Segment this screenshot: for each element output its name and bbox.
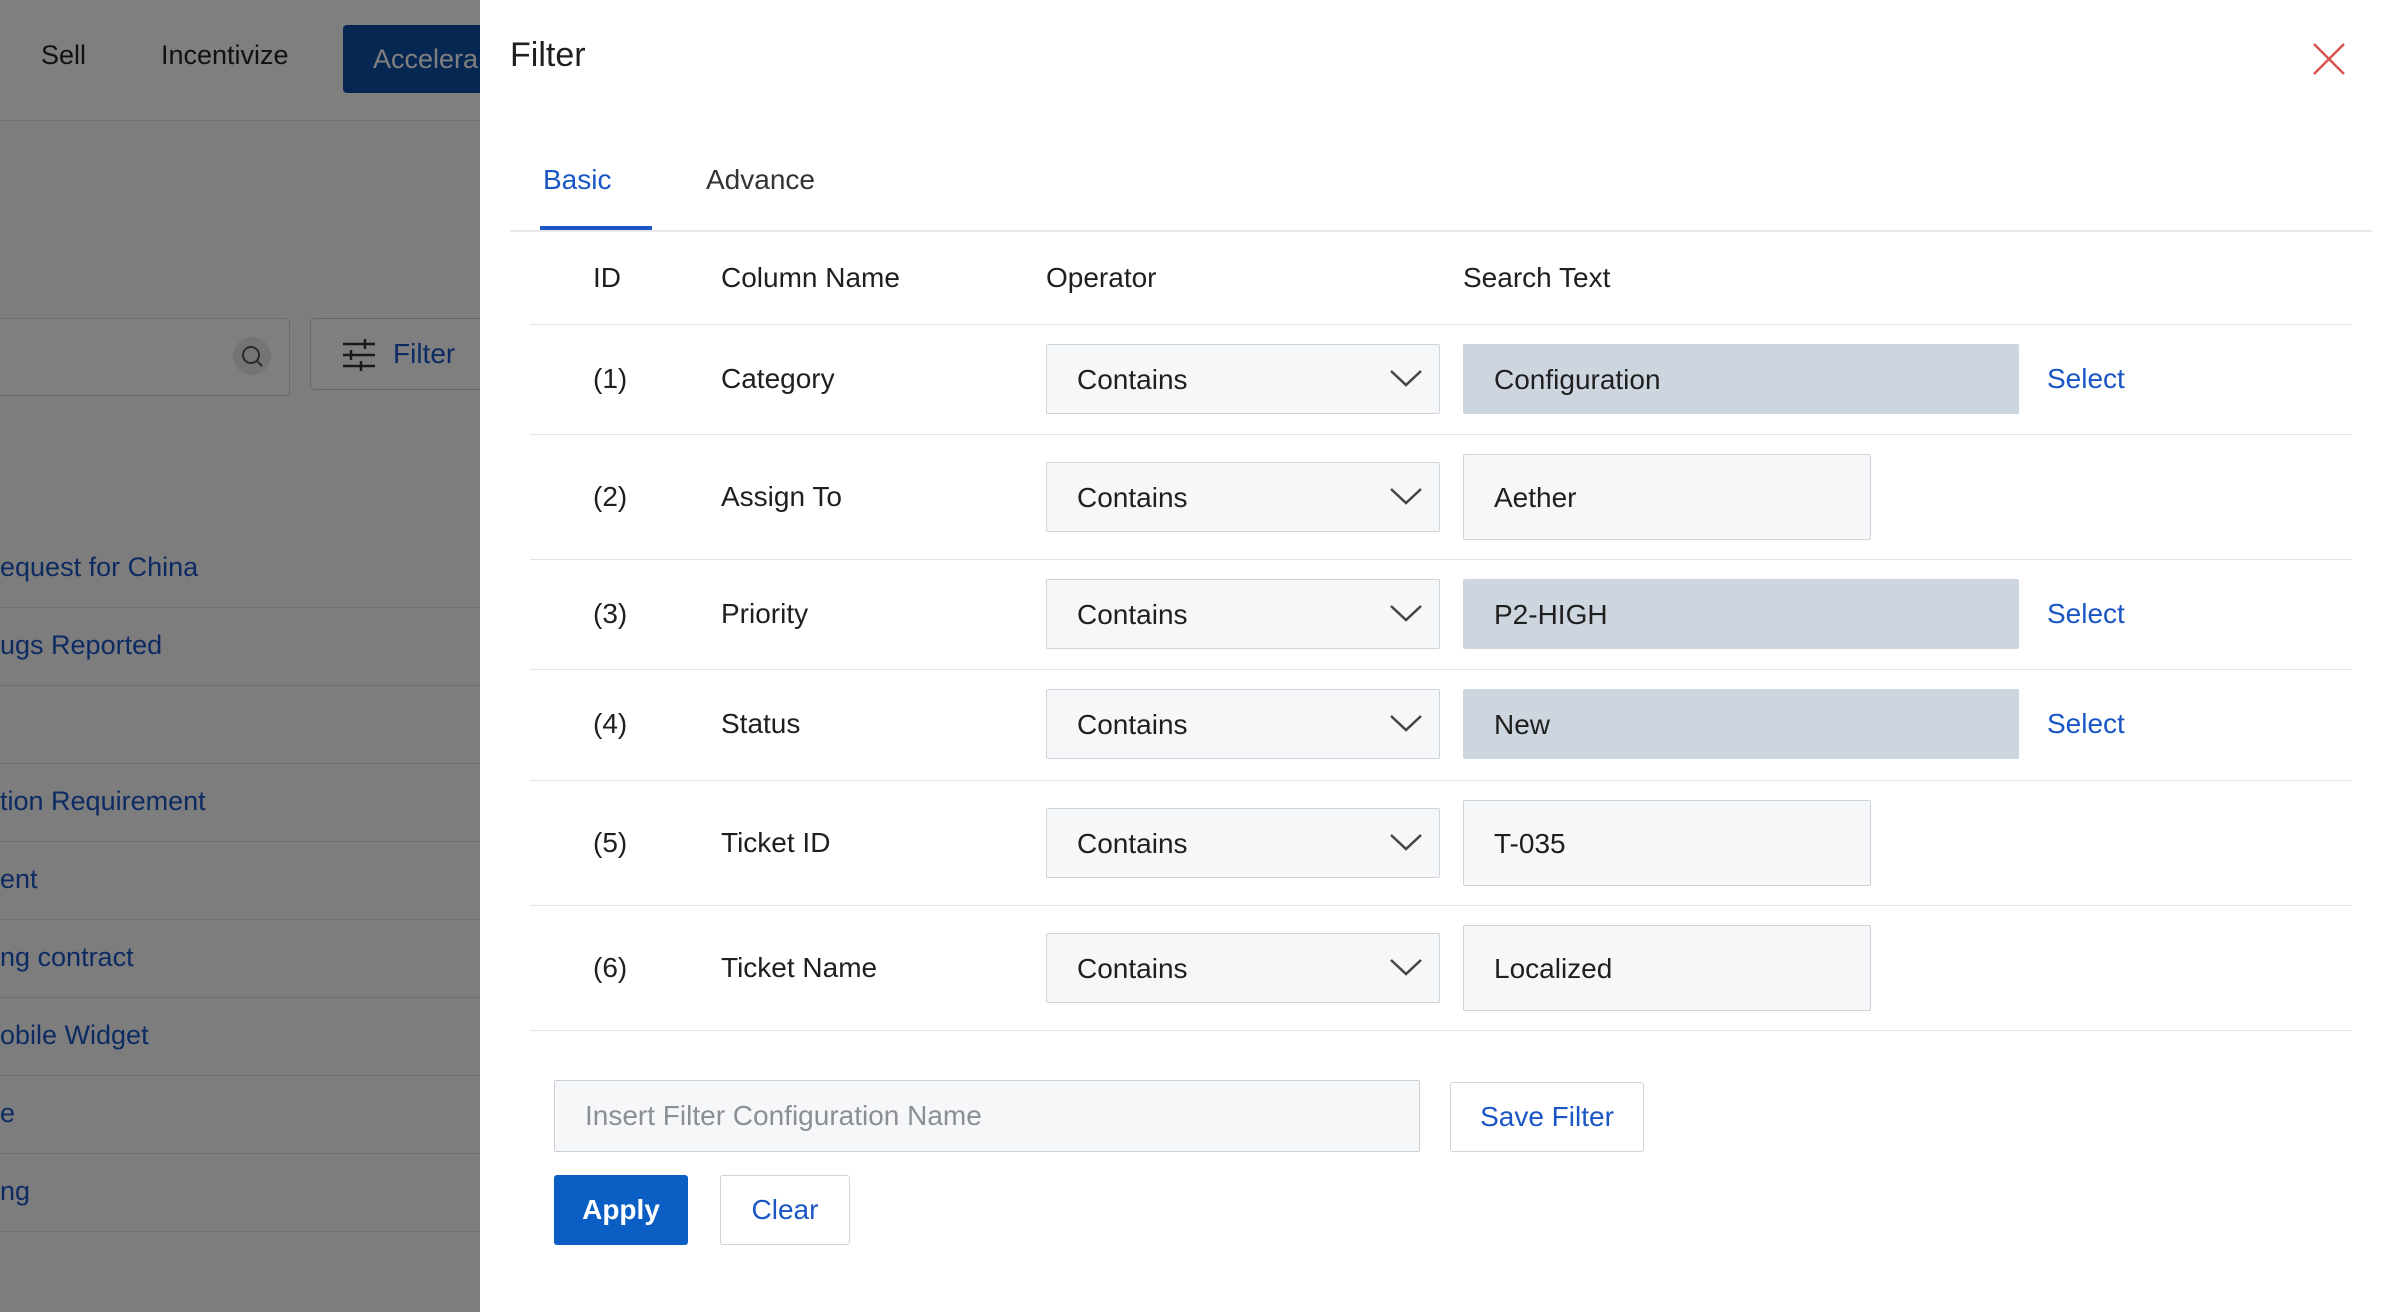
table-row: (1) Category Contains Configuration Sele… bbox=[530, 325, 2352, 435]
column-header-search-text: Search Text bbox=[1463, 262, 1611, 293]
search-text-value: T-035 bbox=[1494, 828, 1566, 859]
search-text-value: Aether bbox=[1494, 482, 1577, 513]
chevron-down-icon bbox=[1390, 605, 1422, 622]
active-tab-indicator bbox=[540, 226, 652, 230]
row-column-name: Category bbox=[721, 363, 835, 394]
search-text-field[interactable]: Localized bbox=[1463, 925, 1871, 1011]
chevron-down-icon bbox=[1390, 370, 1422, 387]
row-column-name: Priority bbox=[721, 598, 809, 629]
chevron-down-icon bbox=[1390, 959, 1422, 976]
chevron-down-icon bbox=[1390, 488, 1422, 505]
row-id: (6) bbox=[593, 952, 628, 983]
search-text-value: Configuration bbox=[1494, 364, 1661, 395]
filter-config-name-input[interactable] bbox=[554, 1080, 1420, 1152]
search-text-value: New bbox=[1494, 709, 1551, 740]
search-text-field[interactable]: P2-HIGH bbox=[1463, 579, 2019, 649]
row-column-name: Status bbox=[721, 708, 801, 739]
apply-button[interactable]: Apply bbox=[554, 1175, 688, 1245]
search-text-field[interactable]: T-035 bbox=[1463, 800, 1871, 886]
filter-table: ID Column Name Operator Search Text (1) … bbox=[530, 244, 2352, 1031]
operator-select[interactable]: Contains bbox=[1046, 462, 1440, 532]
close-icon[interactable] bbox=[2310, 40, 2348, 78]
row-column-name: Assign To bbox=[721, 481, 842, 512]
operator-value: Contains bbox=[1077, 828, 1188, 859]
select-link[interactable]: Select bbox=[2047, 708, 2125, 740]
table-row: (2) Assign To Contains Aether bbox=[530, 435, 2352, 560]
operator-select[interactable]: Contains bbox=[1046, 689, 1440, 759]
operator-select[interactable]: Contains bbox=[1046, 579, 1440, 649]
column-header-id: ID bbox=[593, 262, 621, 293]
row-id: (5) bbox=[593, 827, 628, 858]
operator-value: Contains bbox=[1077, 599, 1188, 630]
select-link[interactable]: Select bbox=[2047, 363, 2125, 395]
tab-basic[interactable]: Basic bbox=[543, 164, 611, 196]
filter-config-name-field[interactable] bbox=[555, 1081, 1419, 1151]
row-id: (2) bbox=[593, 481, 628, 512]
search-text-field[interactable]: New bbox=[1463, 689, 2019, 759]
select-link[interactable]: Select bbox=[2047, 598, 2125, 630]
operator-value: Contains bbox=[1077, 953, 1188, 984]
operator-value: Contains bbox=[1077, 482, 1188, 513]
search-text-value: Localized bbox=[1494, 953, 1613, 984]
row-column-name: Ticket ID bbox=[721, 827, 831, 858]
filter-drawer: Filter Basic Advance ID Column Name Oper… bbox=[480, 0, 2400, 1312]
save-filter-button[interactable]: Save Filter bbox=[1450, 1082, 1644, 1152]
search-text-value: P2-HIGH bbox=[1494, 599, 1608, 630]
search-text-field[interactable]: Aether bbox=[1463, 454, 1871, 540]
tab-advance[interactable]: Advance bbox=[706, 164, 815, 196]
table-row: (4) Status Contains New Select bbox=[530, 670, 2352, 781]
row-id: (1) bbox=[593, 363, 628, 394]
drawer-title: Filter bbox=[510, 36, 586, 74]
chevron-down-icon bbox=[1390, 715, 1422, 732]
search-text-field[interactable]: Configuration bbox=[1463, 344, 2019, 414]
row-column-name: Ticket Name bbox=[721, 952, 878, 983]
column-header-column-name: Column Name bbox=[721, 262, 900, 293]
operator-select[interactable]: Contains bbox=[1046, 808, 1440, 878]
chevron-down-icon bbox=[1390, 834, 1422, 851]
operator-value: Contains bbox=[1077, 364, 1188, 395]
table-row: (3) Priority Contains P2-HIGH Select bbox=[530, 560, 2352, 670]
table-header: ID Column Name Operator Search Text bbox=[530, 244, 2352, 325]
clear-button[interactable]: Clear bbox=[720, 1175, 850, 1245]
close-button[interactable] bbox=[2310, 40, 2348, 78]
table-row: (5) Ticket ID Contains T-035 bbox=[530, 781, 2352, 906]
operator-select[interactable]: Contains bbox=[1046, 933, 1440, 1003]
row-id: (3) bbox=[593, 598, 628, 629]
column-header-operator: Operator bbox=[1046, 262, 1157, 293]
operator-value: Contains bbox=[1077, 709, 1188, 740]
table-row: (6) Ticket Name Contains Localized bbox=[530, 906, 2352, 1031]
operator-select[interactable]: Contains bbox=[1046, 344, 1440, 414]
row-id: (4) bbox=[593, 708, 628, 739]
filter-tabs: Basic Advance bbox=[510, 150, 2372, 232]
